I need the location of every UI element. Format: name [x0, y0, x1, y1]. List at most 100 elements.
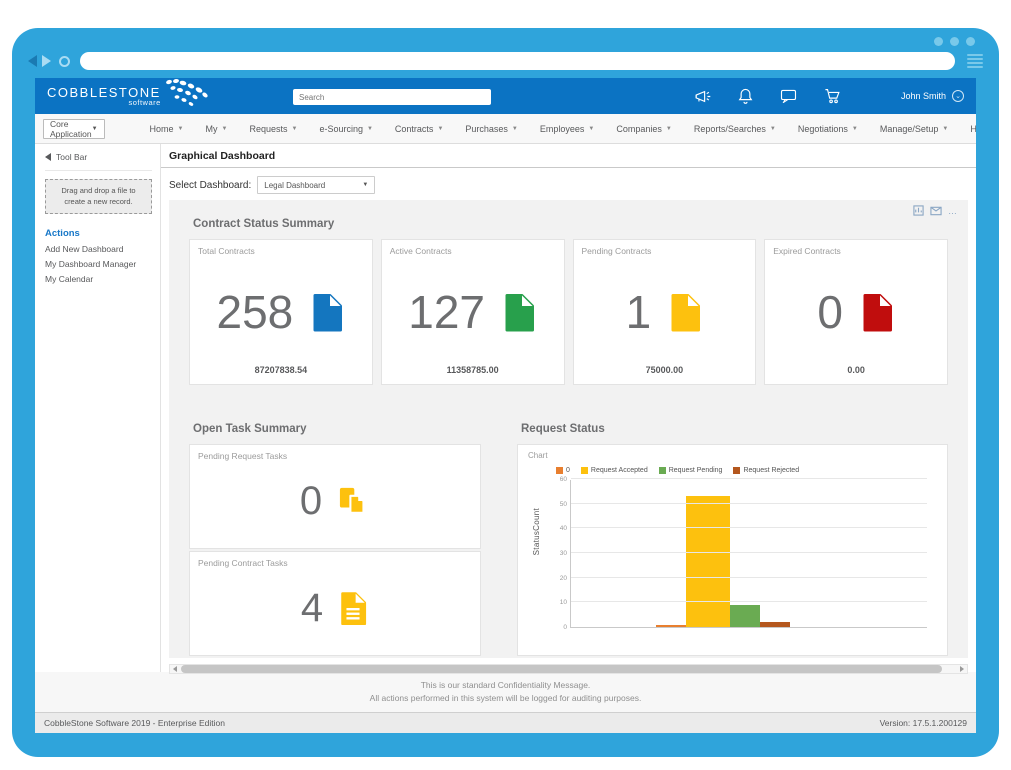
chevron-down-icon: ▼ — [367, 126, 373, 132]
document-lines-icon — [337, 591, 369, 625]
legend-swatch-icon — [556, 467, 563, 474]
nav-item-negotiations[interactable]: Negotiations▼ — [787, 124, 869, 134]
gridline — [571, 601, 927, 602]
bar-request-accepted — [686, 496, 730, 627]
card-count: 127 — [408, 289, 485, 335]
card-expired-contracts: Expired Contracts 0 0.00 — [764, 239, 948, 385]
mail-icon[interactable] — [930, 206, 942, 216]
nav-item-label: My — [206, 124, 218, 134]
task-summary-title: Open Task Summary — [189, 423, 481, 435]
user-chevron-down-icon: ⌄ — [952, 90, 964, 102]
nav-item-label: Manage/Setup — [880, 124, 939, 134]
nav-item-label: Companies — [616, 124, 662, 134]
chevron-down-icon: ▼ — [291, 126, 297, 132]
chevron-down-icon: ▼ — [666, 126, 672, 132]
action-my-dashboard-manager[interactable]: My Dashboard Manager — [45, 259, 152, 269]
nav-item-help[interactable]: Help▼ — [959, 124, 976, 134]
nav-item-employees[interactable]: Employees▼ — [529, 124, 605, 134]
card-value: 0.00 — [765, 365, 947, 375]
scrollbar-thumb[interactable] — [181, 665, 942, 673]
nav-item-purchases[interactable]: Purchases▼ — [454, 124, 528, 134]
overflow-menu-icon[interactable]: … — [948, 208, 958, 214]
menu-bar: Core Application ▼ Home▼My▼Requests▼e-So… — [35, 114, 976, 144]
search-input[interactable] — [293, 89, 491, 105]
chevron-down-icon: ▼ — [362, 182, 368, 188]
contract-summary-title: Contract Status Summary — [189, 218, 948, 230]
card-pending-request-tasks: Pending Request Tasks 0 — [189, 444, 481, 549]
cart-icon[interactable] — [824, 88, 841, 104]
legend-item: Request Accepted — [581, 467, 648, 474]
chart-plot: 0102030405060 — [570, 480, 927, 628]
chart-export-icon[interactable] — [913, 205, 924, 216]
card-count: 258 — [217, 289, 294, 335]
notifications-icon[interactable] — [738, 88, 753, 104]
scrollbar-track[interactable] — [181, 665, 956, 673]
announcements-icon[interactable] — [694, 89, 711, 104]
nav-item-label: Contracts — [395, 124, 434, 134]
bar-request-rejected — [760, 622, 790, 627]
y-axis-label: StatusCount — [532, 508, 541, 555]
bar-request-pending — [730, 605, 760, 627]
confidentiality-line2: All actions performed in this system wil… — [35, 692, 976, 705]
gridline — [571, 577, 927, 578]
menu-icon[interactable] — [967, 54, 983, 68]
status-bar: CobbleStone Software 2019 - Enterprise E… — [35, 712, 976, 733]
legend-swatch-icon — [581, 467, 588, 474]
legend-item: Request Pending — [659, 467, 723, 474]
document-icon — [859, 292, 895, 332]
reload-icon[interactable] — [59, 56, 70, 67]
document-icon — [667, 292, 703, 332]
legend-swatch-icon — [659, 467, 666, 474]
request-status-title: Request Status — [517, 423, 948, 435]
gridline — [571, 503, 927, 504]
horizontal-scrollbar[interactable] — [169, 664, 968, 674]
forward-icon[interactable] — [42, 55, 51, 67]
nav-item-e-sourcing[interactable]: e-Sourcing ▼ — [308, 124, 383, 134]
chevron-down-icon: ▼ — [178, 126, 184, 132]
collapse-left-icon — [45, 153, 51, 161]
legend-label: Request Accepted — [591, 467, 648, 474]
chart-label: Chart — [528, 451, 937, 460]
action-my-calendar[interactable]: My Calendar — [45, 274, 152, 284]
nav-item-home[interactable]: Home▼ — [139, 124, 195, 134]
legend-item: 0 — [556, 467, 570, 474]
chevron-down-icon: ▼ — [222, 126, 228, 132]
legend-label: Request Pending — [669, 467, 723, 474]
nav-item-manage-setup[interactable]: Manage/Setup▼ — [869, 124, 960, 134]
nav-item-requests[interactable]: Requests▼ — [238, 124, 308, 134]
card-pending-contracts: Pending Contracts 1 75000.00 — [573, 239, 757, 385]
chevron-down-icon: ▼ — [92, 126, 98, 132]
dashboard-panel: … Contract Status Summary Total Contract… — [169, 200, 968, 658]
request-status-chart-card: Chart 0 Request Accepted Request Pending Re… — [517, 444, 948, 656]
chevron-down-icon: ▼ — [512, 126, 518, 132]
dashboard-select[interactable]: Legal Dashboard ▼ — [257, 176, 375, 194]
back-icon[interactable] — [28, 55, 37, 67]
file-dropzone[interactable]: Drag and drop a file to create a new rec… — [45, 179, 152, 214]
nav-item-reports-searches[interactable]: Reports/Searches▼ — [683, 124, 787, 134]
messages-icon[interactable] — [780, 89, 797, 103]
nav-item-label: e-Sourcing — [319, 124, 363, 134]
legend-swatch-icon — [733, 467, 740, 474]
legend-label: Request Rejected — [743, 467, 799, 474]
page-title: Graphical Dashboard — [161, 144, 976, 168]
chevron-down-icon: ▼ — [852, 126, 858, 132]
toolbar-collapse-toggle[interactable]: Tool Bar — [45, 152, 152, 171]
nav-item-my[interactable]: My ▼ — [195, 124, 239, 134]
document-icon — [501, 292, 537, 332]
nav-item-contracts[interactable]: Contracts▼ — [384, 124, 454, 134]
nav-item-label: Help — [970, 124, 976, 134]
action-add-new-dashboard[interactable]: Add New Dashboard — [45, 244, 152, 254]
card-total-contracts: Total Contracts 258 87207838.54 — [189, 239, 373, 385]
card-count: 1 — [626, 289, 652, 335]
user-menu[interactable]: John Smith ⌄ — [901, 90, 964, 102]
nav-item-companies[interactable]: Companies ▼ — [605, 124, 682, 134]
chevron-down-icon: ▼ — [588, 126, 594, 132]
scroll-right-icon[interactable] — [960, 666, 964, 672]
scroll-left-icon[interactable] — [173, 666, 177, 672]
legend-item: Request Rejected — [733, 467, 799, 474]
address-bar[interactable] — [80, 52, 955, 70]
card-active-contracts: Active Contracts 127 11358785.00 — [381, 239, 565, 385]
actions-title: Actions — [45, 228, 152, 239]
workspace-select[interactable]: Core Application ▼ — [43, 119, 105, 139]
window-dots-icon — [934, 37, 975, 46]
